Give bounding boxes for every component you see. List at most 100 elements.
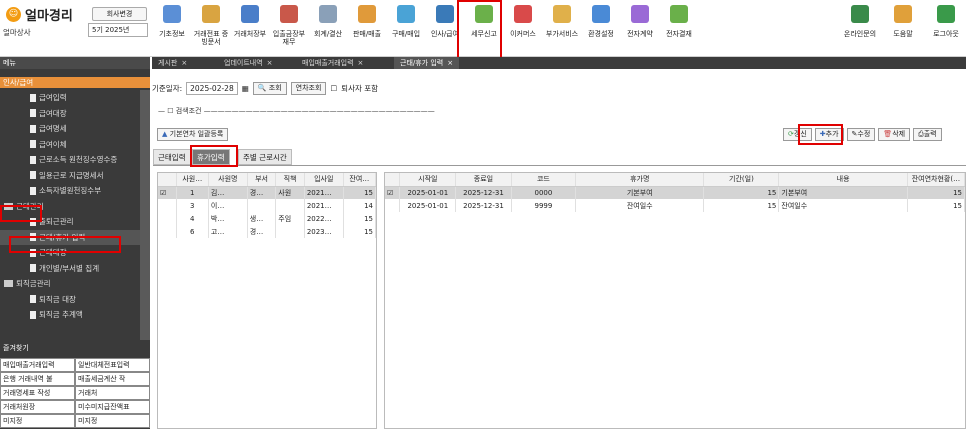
period-select[interactable]: 5기 2025년	[88, 23, 148, 37]
tree-item[interactable]: 급여대장	[0, 106, 140, 122]
tree-item[interactable]: 근로소득 원천징수영수증	[0, 152, 140, 168]
menu-purchase[interactable]: 구매/매입	[388, 5, 424, 38]
column-header[interactable]: 코드	[511, 173, 577, 187]
close-icon[interactable]: ×	[447, 59, 453, 67]
column-header[interactable]: 입사일	[304, 173, 344, 187]
tree-item[interactable]: 급여입력	[0, 90, 140, 106]
quick-item[interactable]: 미지정	[0, 414, 75, 428]
close-icon[interactable]: ×	[181, 59, 187, 67]
tab-item[interactable]: 매입매출거래입력 ×	[296, 57, 369, 69]
column-header[interactable]: 기간(일)	[703, 173, 780, 187]
quick-item[interactable]: 은행 거래내역 불	[0, 372, 75, 386]
column-header[interactable]: 부서	[247, 173, 277, 187]
accounting-icon	[319, 5, 337, 23]
highlight-attendance-item	[9, 236, 121, 253]
menu-voucher[interactable]: 거래전표 증빙문서	[193, 5, 229, 46]
print-button[interactable]: ⎙출력	[913, 128, 942, 141]
row-checkbox[interactable]: ☑	[158, 186, 177, 199]
header-row: 사원… 사원명 부서 직책 입사일 잔여…	[158, 173, 377, 187]
menu-sales[interactable]: 판매/매출	[349, 5, 385, 38]
column-header[interactable]: 사원…	[176, 173, 209, 187]
select-all-checkbox[interactable]	[385, 173, 401, 187]
menu-support[interactable]: 온라인문의	[840, 5, 880, 38]
menu-help[interactable]: 도움말	[883, 5, 923, 38]
quick-item[interactable]: 미수미지급잔액표	[75, 400, 150, 414]
table-row[interactable]: 2025-01-01 2025-12-31 9999 잔여일수 15 잔여일수 15	[385, 199, 966, 212]
tree-item[interactable]: 퇴직금 대장	[0, 292, 140, 308]
table-cell: 15	[907, 186, 966, 199]
menu-addon[interactable]: 부가서비스	[544, 5, 580, 38]
close-icon[interactable]: ×	[358, 59, 364, 67]
tab-item[interactable]: 게시판 ×	[152, 57, 193, 69]
column-header[interactable]: 휴가명	[575, 173, 705, 187]
quick-item[interactable]: 미지정	[75, 414, 150, 428]
calendar-icon[interactable]: ▦	[242, 84, 249, 93]
table-row[interactable]: 4 박… 생… 주임 2022… 15	[158, 212, 377, 225]
tree-item[interactable]: 급여이체	[0, 137, 140, 153]
document-icon	[30, 264, 36, 273]
menu-accounting[interactable]: 회계/결산	[310, 5, 346, 38]
quick-row: 은행 거래내역 불 매출세금계산 작	[0, 372, 150, 386]
menu-ecommerce[interactable]: 이커머스	[505, 5, 541, 38]
table-row[interactable]: ☑ 1 김… 경… 사원 2021… 15	[158, 186, 377, 199]
delete-label: 삭제	[892, 130, 906, 138]
quick-item[interactable]: 거래처원장	[0, 400, 75, 414]
menu-settings[interactable]: 환경설정	[583, 5, 619, 38]
sidebar-scrollbar[interactable]	[140, 90, 150, 340]
tree-item[interactable]: 퇴직금 추계액	[0, 307, 140, 323]
column-header[interactable]: 내용	[778, 173, 908, 187]
search-condition-toggle[interactable]: — ☐ 검색조건 ———————————————————————————————…	[158, 106, 435, 116]
quick-item[interactable]: 거래명세표 작성	[0, 386, 75, 400]
row-checkbox[interactable]	[385, 199, 401, 212]
subtab-item[interactable]: 근태입력	[153, 149, 191, 165]
table-cell: 15	[343, 225, 377, 238]
quick-item[interactable]: 매출세금계산 작	[75, 372, 150, 386]
select-all-checkbox[interactable]	[158, 173, 177, 187]
sidebar-section-title[interactable]: 인사/급여	[0, 77, 150, 88]
table-cell: 15	[343, 212, 377, 225]
table-row[interactable]: 6 고… 경… 2023… 15	[158, 225, 377, 238]
app-logo[interactable]: ☺ 얼마경리	[6, 4, 73, 24]
menu-contract[interactable]: 전자계약	[622, 5, 658, 38]
menu-cash[interactable]: 입출금장부 재무	[271, 5, 307, 46]
table-cell: 15	[703, 199, 780, 212]
quick-item[interactable]: 매입매출거래입력	[0, 358, 75, 372]
annual-search-button[interactable]: 연차조회	[290, 82, 327, 95]
tree-item[interactable]: 급여명세	[0, 121, 140, 137]
search-button[interactable]: 🔍 조회	[252, 82, 287, 95]
bulk-annual-button[interactable]: ▲ 기본연차 일괄등록	[157, 128, 229, 141]
change-company-button[interactable]: 회사변경	[92, 7, 147, 21]
row-checkbox[interactable]	[158, 212, 177, 225]
retired-checkbox[interactable]: ☐	[330, 84, 337, 93]
table-row[interactable]: 3 이… 2021… 14	[158, 199, 377, 212]
row-checkbox[interactable]	[158, 199, 177, 212]
date-input[interactable]: 2025-02-28	[186, 82, 238, 95]
quick-item[interactable]: 일반대체전표입력	[75, 358, 150, 372]
menu-label: 도움말	[893, 30, 913, 38]
delete-button[interactable]: 🗑삭제	[878, 128, 911, 141]
tree-item[interactable]: 일용근로 지급명세서	[0, 168, 140, 184]
menu-basic-info[interactable]: 기초정보	[154, 5, 190, 38]
column-header[interactable]: 사원명	[208, 173, 248, 187]
menu-logout[interactable]: 로그아웃	[926, 5, 966, 38]
column-header[interactable]: 잔여연차현황(…	[907, 173, 966, 187]
tab-item[interactable]: 근태/휴가 입력 ×	[394, 57, 460, 69]
row-checkbox[interactable]	[158, 225, 177, 238]
column-header[interactable]: 종료일	[455, 173, 512, 187]
column-header[interactable]: 직책	[275, 173, 305, 187]
tab-item[interactable]: 업데이트내역 ×	[218, 57, 279, 69]
close-icon[interactable]: ×	[267, 59, 273, 67]
edit-button[interactable]: ✎수정	[846, 128, 876, 141]
menu-ledger[interactable]: 거래처장부	[232, 5, 268, 38]
tree-item[interactable]: 소득자별원천징수부	[0, 183, 140, 199]
column-header[interactable]: 잔여…	[343, 173, 377, 187]
subtab-item[interactable]: 주별 근로시간	[238, 149, 292, 165]
help-icon	[894, 5, 912, 23]
table-row[interactable]: ☑ 2025-01-01 2025-12-31 0000 기본부여 15 기본부여 15	[385, 186, 966, 199]
menu-approval[interactable]: 전자결재	[661, 5, 697, 38]
tree-item[interactable]: 개인별/부서별 집계	[0, 261, 140, 277]
row-checkbox[interactable]: ☑	[385, 186, 401, 199]
quick-item[interactable]: 거래처	[75, 386, 150, 400]
column-header[interactable]: 시작일	[399, 173, 457, 187]
tree-item[interactable]: 퇴직금관리	[0, 276, 140, 292]
